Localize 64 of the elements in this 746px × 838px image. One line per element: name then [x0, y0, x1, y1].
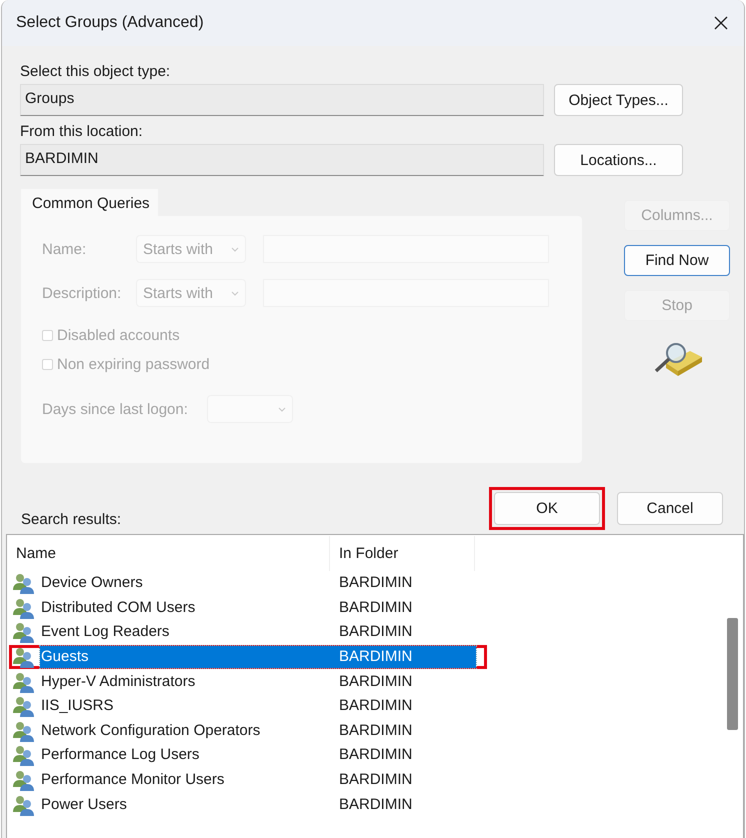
field-label: Select this object type: — [20, 62, 172, 82]
chevron-icon — [231, 246, 239, 252]
chevron-icon — [231, 290, 239, 296]
table-row[interactable]: Hyper-V Administrators BARDIMIN — [7, 669, 743, 694]
dialog-button[interactable]: Object Types... — [554, 84, 683, 116]
table-cell-text: Guests — [40, 647, 90, 668]
table-row[interactable]: Distributed COM Users BARDIMIN — [7, 596, 743, 620]
table-cell-text: Network Configuration Operators — [40, 720, 262, 741]
table-row[interactable]: Power Users BARDIMIN — [7, 792, 743, 817]
table-row[interactable]: Event Log Readers BARDIMIN — [7, 620, 743, 645]
table-cell-text: BARDIMIN — [338, 573, 414, 594]
dialog-button[interactable]: Locations... — [554, 144, 683, 176]
input-field[interactable]: BARDIMIN — [20, 144, 544, 176]
input-field[interactable]: Groups — [20, 84, 544, 116]
table-cell-text: BARDIMIN — [338, 770, 414, 790]
table-cell-text: BARDIMIN — [338, 696, 414, 716]
table-row[interactable]: IIS_IUSRS BARDIMIN — [7, 694, 743, 719]
dialog-button[interactable]: OK — [494, 492, 600, 525]
dialog-button[interactable]: Find Now — [624, 245, 730, 276]
tab[interactable]: Common Queries — [21, 189, 158, 216]
field-label: Days since last logon: — [42, 400, 189, 418]
users-icon — [12, 720, 35, 742]
users-icon — [12, 596, 35, 619]
users-icon — [12, 621, 35, 644]
table-row[interactable]: Network Configuration Operators BARDIMIN — [7, 718, 743, 744]
field-label: From this location: — [20, 122, 144, 142]
table-cell-text: BARDIMIN — [338, 720, 414, 741]
table-cell-text: BARDIMIN — [338, 672, 414, 692]
field-label: Name: — [42, 240, 88, 258]
table-cell-text: Hyper-V Administrators — [40, 672, 196, 692]
table-cell-text: IIS_IUSRS — [40, 696, 115, 716]
table-row[interactable]: Device Owners BARDIMIN — [7, 571, 743, 596]
users-icon — [12, 794, 35, 816]
scrollbar-thumb[interactable] — [727, 618, 738, 730]
window-title: Select Groups (Advanced) — [16, 14, 204, 32]
users-icon — [12, 670, 35, 693]
column-header[interactable]: In Folder — [330, 536, 475, 571]
users-icon — [12, 646, 35, 668]
table-cell-text: Performance Monitor Users — [40, 770, 226, 790]
checkbox-label: Disabled accounts — [57, 327, 180, 344]
chevron-icon — [278, 406, 286, 412]
close-icon — [714, 16, 728, 30]
users-icon — [12, 769, 35, 792]
table-cell-text: Device Owners — [40, 573, 144, 594]
table-cell-text: Power Users — [40, 794, 128, 815]
users-icon — [12, 695, 35, 718]
users-icon — [12, 744, 35, 766]
section-label: Search results: — [21, 510, 122, 530]
table-row[interactable]: Performance Log Users BARDIMIN — [7, 743, 743, 768]
checkbox-label: Non expiring password — [57, 356, 210, 373]
field-label: Description: — [42, 284, 122, 302]
column-header[interactable]: Name — [7, 536, 330, 571]
table-cell-text: BARDIMIN — [338, 794, 414, 815]
dialog-button[interactable]: Cancel — [617, 492, 723, 525]
table-cell-text: BARDIMIN — [338, 622, 414, 642]
table-row[interactable]: Performance Monitor Users BARDIMIN — [7, 768, 743, 792]
users-icon — [12, 572, 35, 594]
magnifier-icon — [652, 341, 704, 377]
table-cell-text: Distributed COM Users — [40, 598, 196, 618]
table-cell-text: BARDIMIN — [338, 598, 414, 618]
table-cell-text: BARDIMIN — [338, 745, 414, 766]
table-cell-text: Performance Log Users — [40, 745, 200, 766]
table-cell-text: Event Log Readers — [40, 622, 170, 642]
table-cell-text: BARDIMIN — [338, 647, 414, 668]
